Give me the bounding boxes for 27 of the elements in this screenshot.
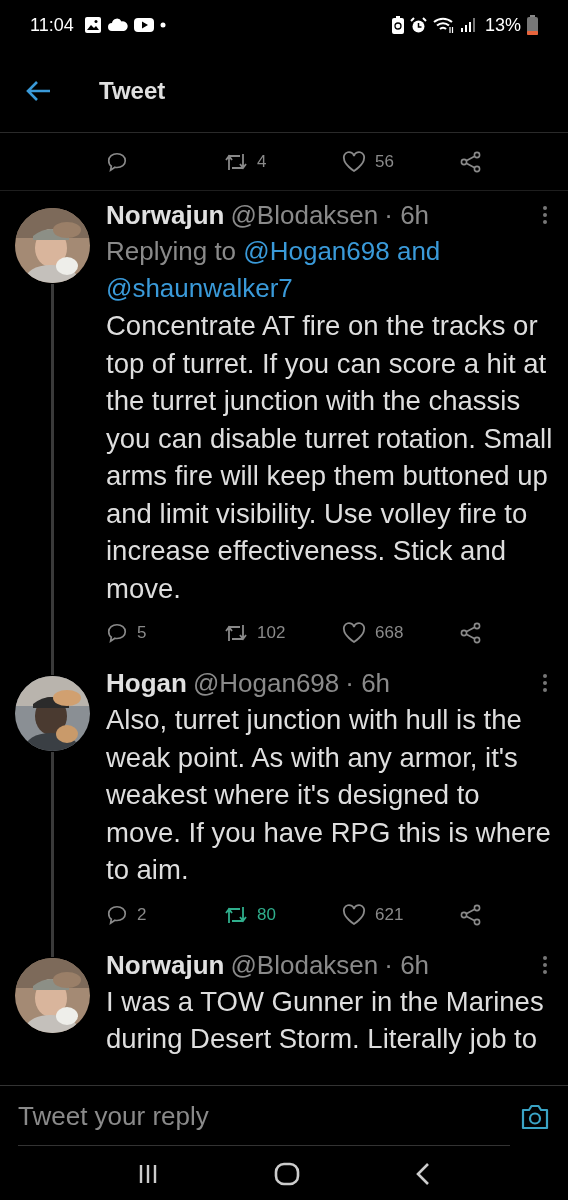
- mention-link[interactable]: @shaunwalker7: [106, 273, 293, 303]
- author-name[interactable]: Hogan: [106, 665, 187, 701]
- tweet-time: · 6h: [345, 667, 391, 700]
- mention-link[interactable]: @Hogan698: [243, 236, 390, 266]
- retweet-button[interactable]: 102: [224, 622, 286, 644]
- tweet-time: · 6h: [384, 948, 430, 982]
- author-name[interactable]: Norwajun: [106, 197, 225, 233]
- reply-button[interactable]: 2: [106, 903, 147, 926]
- battery-percentage: 13%: [484, 14, 521, 36]
- author-handle[interactable]: @Blodaksen: [230, 197, 379, 233]
- retweet-button[interactable]: 80: [224, 903, 276, 926]
- reply-field[interactable]: Tweet your reply: [18, 1088, 510, 1146]
- tweet-text: Concentrate AT fire on the tracks or top of turret. If you can score a hit at the turret junction with the chassis you can disable turret rotation. Small arms fire will keep them buttoned up and limit visibility. Use volley fire to increase effectiveness. Stick and move.: [106, 309, 554, 606]
- like-button[interactable]: 621: [342, 903, 404, 926]
- tweet-text: Also, turret junction with hull is the weak point. As with any armor, it's weakest where it's designed to move. If you have RPG this is where to aim.: [106, 703, 552, 887]
- author-name[interactable]: Norwajun: [106, 946, 225, 983]
- retweet-button[interactable]: 4: [224, 150, 267, 173]
- tweet-time: · 6h: [384, 199, 430, 232]
- clock: 11:04: [30, 14, 74, 36]
- reply-context: Replying to @Hogan698 and @shaunwalker7: [106, 235, 442, 305]
- like-button[interactable]: 56: [342, 150, 394, 173]
- author-handle[interactable]: @Blodaksen: [230, 946, 379, 983]
- like-button[interactable]: 668: [342, 622, 404, 644]
- reply-button[interactable]: 5: [106, 622, 147, 644]
- author-handle[interactable]: @Hogan698: [192, 665, 340, 701]
- page-title: Tweet: [99, 77, 166, 105]
- tweet-text: I was a TOW Gunner in the Marines during Desert Storm. Literally job to: [106, 984, 545, 1056]
